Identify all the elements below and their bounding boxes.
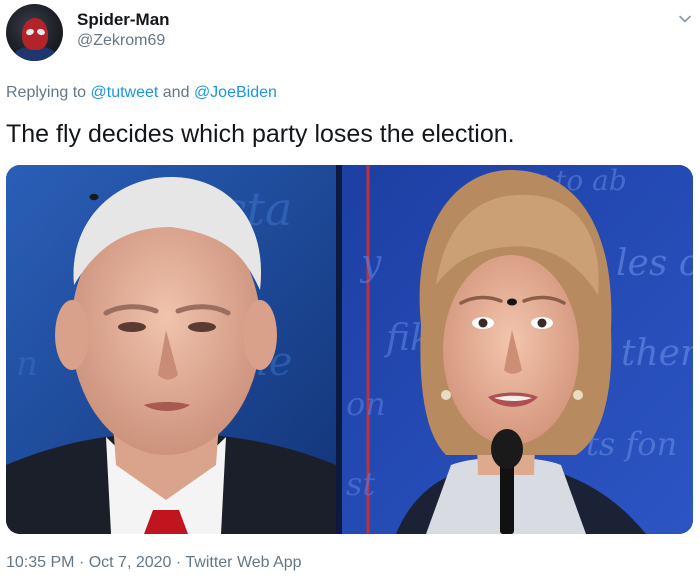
svg-text:les o: les o [616, 243, 693, 284]
author-display-name[interactable]: Spider-Man [77, 10, 170, 30]
tweet-metadata: 10:35 PM · Oct 7, 2020 · Twitter Web App [6, 554, 302, 572]
svg-text:n: n [16, 344, 38, 384]
mention-link-joebiden[interactable]: @JoeBiden [194, 84, 277, 101]
svg-text:ts fon: ts fon [586, 425, 677, 463]
replying-to-and: and [162, 84, 190, 101]
meta-separator: · [78, 554, 85, 571]
tweet-text: The fly decides which party loses the el… [6, 120, 515, 148]
svg-text:st: st [346, 465, 375, 503]
tweet-source[interactable]: Twitter Web App [185, 554, 301, 571]
mention-link-tutweet[interactable]: @tutweet [91, 84, 159, 101]
media-panel-right: y fik on st les o ther ts fon or to ab [342, 165, 693, 534]
tweet-media-image[interactable]: icta ie n y fik on st les o ther ts fon … [6, 165, 693, 534]
replying-to-line: Replying to @tutweet and @JoeBiden [6, 84, 277, 102]
author-handle[interactable]: @Zekrom69 [77, 32, 165, 50]
media-panel-left: icta ie n [6, 165, 336, 534]
svg-text:y: y [359, 243, 382, 284]
tweet-time[interactable]: 10:35 PM [6, 554, 74, 571]
replying-to-label: Replying to [6, 84, 87, 101]
meta-separator: · [175, 554, 182, 571]
svg-text:ther: ther [621, 333, 693, 374]
tweet: Spider-Man @Zekrom69 Replying to @tutwee… [0, 0, 700, 579]
tweet-date[interactable]: Oct 7, 2020 [89, 554, 172, 571]
author-avatar[interactable] [6, 4, 63, 61]
chevron-down-icon[interactable] [677, 11, 693, 27]
svg-text:on: on [346, 385, 386, 423]
